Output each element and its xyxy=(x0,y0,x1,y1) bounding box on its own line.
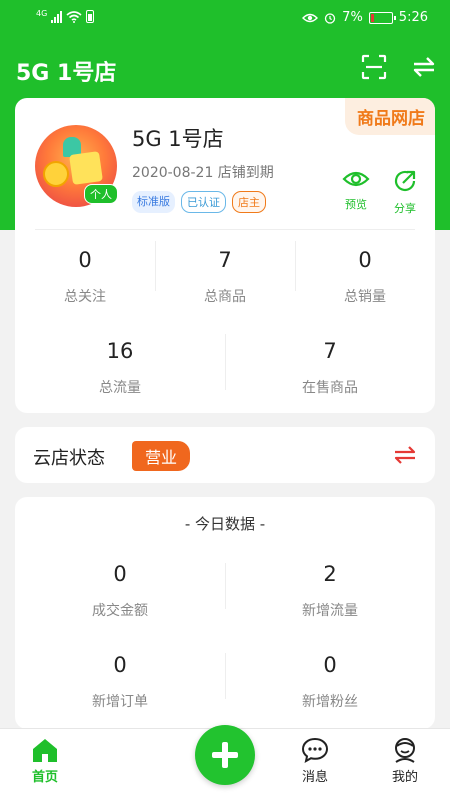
stat-new-traffic[interactable]: 2 新增流量 xyxy=(225,562,435,620)
stat-label: 新增订单 xyxy=(92,694,148,710)
account-type-badge: 个人 xyxy=(84,184,118,204)
stat-value: 0 xyxy=(358,248,372,272)
stat-new-orders[interactable]: 0 新增订单 xyxy=(15,653,225,711)
tab-messages[interactable]: 消息 xyxy=(285,737,345,785)
tag-edition: 标准版 xyxy=(132,191,175,213)
stat-on-sale[interactable]: 7 在售商品 xyxy=(225,339,435,397)
stat-label: 总关注 xyxy=(64,289,106,305)
preview-button[interactable]: 预览 xyxy=(336,168,376,212)
battery-icon xyxy=(368,11,396,24)
stat-value: 0 xyxy=(323,653,337,677)
add-button[interactable] xyxy=(195,725,255,785)
profile-icon xyxy=(395,738,415,763)
stat-label: 成交金额 xyxy=(92,603,148,619)
stat-label: 新增流量 xyxy=(302,603,358,619)
page-title: 5G 1号店 xyxy=(16,61,117,86)
stat-label: 总销量 xyxy=(344,289,386,305)
stat-value: 0 xyxy=(113,562,127,586)
stat-label: 在售商品 xyxy=(302,380,358,396)
stat-traffic[interactable]: 16 总流量 xyxy=(15,339,225,397)
alarm-icon xyxy=(325,12,336,24)
shop-type-ribbon: 商品网店 xyxy=(345,98,435,135)
clock: 5:26 xyxy=(398,10,428,25)
cloud-status-label: 云店状态 xyxy=(33,448,105,469)
battery-percent: 7% xyxy=(342,10,363,25)
eye-icon xyxy=(342,171,370,187)
shop-tags: 标准版 已认证 店主 xyxy=(132,191,266,213)
stat-label: 总流量 xyxy=(99,380,141,396)
stat-label: 总商品 xyxy=(204,289,246,305)
stat-label: 新增粉丝 xyxy=(302,694,358,710)
divider xyxy=(35,229,415,230)
preview-label: 预览 xyxy=(345,198,367,211)
stat-value: 2 xyxy=(323,562,337,586)
stat-value: 7 xyxy=(323,339,337,363)
switch-shop-icon[interactable] xyxy=(412,56,436,78)
stat-value: 0 xyxy=(113,653,127,677)
stat-value: 7 xyxy=(218,248,232,272)
share-icon xyxy=(394,170,416,192)
tab-mine-label: 我的 xyxy=(391,770,418,785)
home-icon xyxy=(33,739,57,762)
stat-turnover[interactable]: 0 成交金额 xyxy=(15,562,225,620)
status-bar: 4G 7% 5:26 xyxy=(0,0,450,36)
shop-name: 5G 1号店 xyxy=(132,127,224,151)
tab-messages-label: 消息 xyxy=(301,770,328,785)
cloud-status-card: 云店状态 营业 xyxy=(15,427,435,483)
scan-icon[interactable] xyxy=(361,54,387,80)
signal-icon xyxy=(51,10,63,23)
stat-value: 0 xyxy=(78,248,92,272)
tab-home[interactable]: 首页 xyxy=(15,737,75,785)
status-right: 7% 5:26 xyxy=(302,10,428,25)
stat-sales[interactable]: 0 总销量 xyxy=(295,248,435,306)
message-icon xyxy=(301,737,329,763)
stat-followers[interactable]: 0 总关注 xyxy=(15,248,155,306)
today-data-card: - 今日数据 - 0 成交金额 2 新增流量 0 新增订单 0 新增粉丝 xyxy=(15,497,435,729)
network-type: 4G xyxy=(36,9,48,18)
tab-mine[interactable]: 我的 xyxy=(375,737,435,785)
tag-verified: 已认证 xyxy=(181,191,226,213)
tag-owner: 店主 xyxy=(232,191,266,213)
toggle-status-icon[interactable] xyxy=(393,445,417,465)
charging-icon xyxy=(86,10,95,23)
wifi-icon xyxy=(66,10,82,23)
status-left: 4G xyxy=(36,9,95,23)
shop-expire-date: 2020-08-21 店铺到期 xyxy=(132,165,274,181)
today-title: - 今日数据 - xyxy=(184,515,266,533)
share-button[interactable]: 分享 xyxy=(385,168,425,216)
eye-protection-icon xyxy=(302,13,319,22)
stat-products[interactable]: 7 总商品 xyxy=(155,248,295,306)
shop-card: 商品网店 个人 5G 1号店 2020-08-21 店铺到期 标准版 已认证 店… xyxy=(15,98,435,413)
share-label: 分享 xyxy=(394,202,416,215)
stat-value: 16 xyxy=(106,339,134,363)
tab-home-label: 首页 xyxy=(31,770,58,785)
stat-new-fans[interactable]: 0 新增粉丝 xyxy=(225,653,435,711)
status-badge: 营业 xyxy=(132,441,191,471)
